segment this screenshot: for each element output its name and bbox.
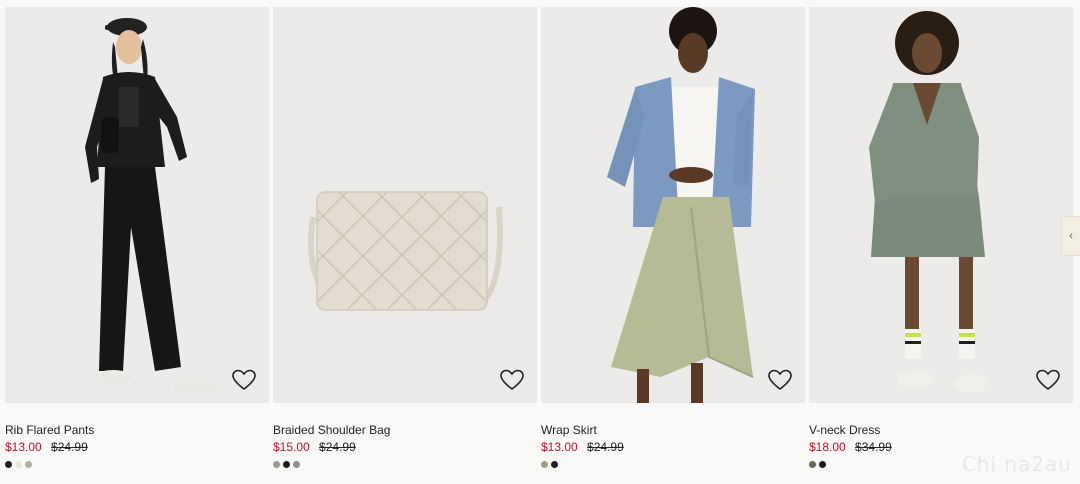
color-swatch[interactable] [15, 461, 22, 468]
original-price: $24.99 [319, 440, 356, 454]
color-swatches [541, 461, 805, 468]
product-image[interactable] [809, 7, 1073, 403]
color-swatch[interactable] [293, 461, 300, 468]
product-card[interactable]: Rib Flared Pants $13.00 $24.99 [5, 7, 269, 468]
sale-price: $18.00 [809, 440, 846, 454]
carousel-next-arrow-icon[interactable]: ‹ [1061, 216, 1080, 256]
color-swatch[interactable] [551, 461, 558, 468]
color-swatch[interactable] [819, 461, 826, 468]
product-name[interactable]: V-neck Dress [809, 423, 1073, 437]
braided-bag-image [273, 7, 537, 403]
product-card[interactable]: Braided Shoulder Bag $15.00 $24.99 [273, 7, 537, 468]
model-in-vneck-dress-image [809, 7, 1073, 403]
heart-outline-icon[interactable] [1036, 369, 1060, 391]
product-card[interactable]: V-neck Dress $18.00 $34.99 [809, 7, 1073, 468]
sale-price: $13.00 [541, 440, 578, 454]
product-image[interactable] [5, 7, 269, 403]
product-image[interactable] [541, 7, 805, 403]
color-swatch[interactable] [25, 461, 32, 468]
color-swatch[interactable] [283, 461, 290, 468]
product-grid: Rib Flared Pants $13.00 $24.99 Braided S… [0, 0, 1080, 484]
color-swatch[interactable] [809, 461, 816, 468]
price-row: $15.00 $24.99 [273, 440, 537, 454]
color-swatch[interactable] [273, 461, 280, 468]
color-swatch[interactable] [541, 461, 548, 468]
price-row: $13.00 $24.99 [5, 440, 269, 454]
sale-price: $15.00 [273, 440, 310, 454]
heart-outline-icon[interactable] [232, 369, 256, 391]
price-row: $13.00 $24.99 [541, 440, 805, 454]
color-swatches [273, 461, 537, 468]
model-in-black-outfit-image [5, 7, 269, 403]
model-in-wrap-skirt-image [541, 7, 805, 403]
product-name[interactable]: Braided Shoulder Bag [273, 423, 537, 437]
original-price: $24.99 [587, 440, 624, 454]
original-price: $24.99 [51, 440, 88, 454]
sale-price: $13.00 [5, 440, 42, 454]
heart-outline-icon[interactable] [768, 369, 792, 391]
heart-outline-icon[interactable] [500, 369, 524, 391]
color-swatch[interactable] [5, 461, 12, 468]
product-image[interactable] [273, 7, 537, 403]
watermark-text: Chi na2au [961, 452, 1072, 476]
product-card[interactable]: Wrap Skirt $13.00 $24.99 [541, 7, 805, 468]
original-price: $34.99 [855, 440, 892, 454]
product-name[interactable]: Rib Flared Pants [5, 423, 269, 437]
product-name[interactable]: Wrap Skirt [541, 423, 805, 437]
color-swatches [5, 461, 269, 468]
